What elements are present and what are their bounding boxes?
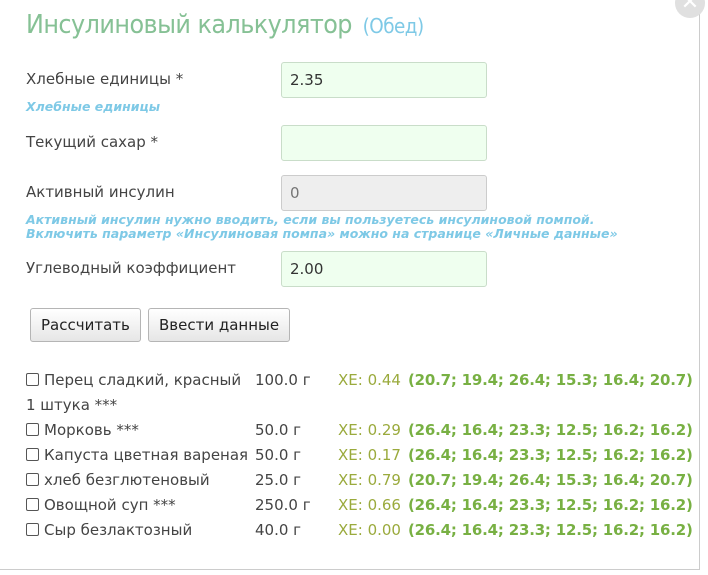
product-name: Капуста цветная вареная <box>44 446 249 464</box>
product-row: Капуста цветная вареная 50.0 г ХЕ: 0.17 … <box>26 443 696 468</box>
product-xe: ХЕ: 0.66 <box>338 496 401 514</box>
active-insulin-label: Активный инсулин <box>26 183 175 201</box>
product-values: (26.4; 16.4; 23.3; 12.5; 16.2; 16.2) <box>408 496 693 514</box>
bread-units-row: Хлебные единицы * <box>26 62 496 100</box>
active-insulin-row: Активный инсулин <box>26 175 496 213</box>
product-values: (26.4; 16.4; 23.3; 12.5; 16.2; 16.2) <box>408 421 693 439</box>
product-name: Сыр безлактозный <box>44 521 193 539</box>
title-text: Инсулиновый калькулятор <box>26 10 352 40</box>
product-name: хлеб безглютеновый <box>44 471 210 489</box>
product-name: Перец сладкий, красный 1 штука *** <box>26 371 242 414</box>
product-row: Сыр безлактозный 40.0 г ХЕ: 0.00 (26.4; … <box>26 518 696 543</box>
carb-ratio-label: Углеводный коэффициент <box>26 259 236 277</box>
product-weight: 25.0 г <box>255 471 302 489</box>
product-weight: 100.0 г <box>255 371 311 389</box>
product-values: (20.7; 19.4; 26.4; 15.3; 16.4; 20.7) <box>408 471 693 489</box>
product-xe: ХЕ: 0.79 <box>338 471 401 489</box>
product-checkbox[interactable] <box>26 473 39 486</box>
product-values: (20.7; 19.4; 26.4; 15.3; 16.4; 20.7) <box>408 371 693 389</box>
product-weight: 250.0 г <box>255 496 311 514</box>
product-weight: 50.0 г <box>255 446 302 464</box>
product-weight: 40.0 г <box>255 521 302 539</box>
active-insulin-input <box>281 175 487 211</box>
product-xe: ХЕ: 0.44 <box>338 371 401 389</box>
product-checkbox[interactable] <box>26 523 39 536</box>
carb-ratio-input[interactable] <box>281 251 487 287</box>
current-sugar-label: Текущий сахар * <box>26 133 159 151</box>
product-name: Морковь *** <box>44 421 139 439</box>
product-checkbox[interactable] <box>26 448 39 461</box>
product-row: Перец сладкий, красный 1 штука *** 100.0… <box>26 368 696 418</box>
current-sugar-row: Текущий сахар * <box>26 125 496 163</box>
product-weight: 50.0 г <box>255 421 302 439</box>
product-row: хлеб безглютеновый 25.0 г ХЕ: 0.79 (20.7… <box>26 468 696 493</box>
bread-units-hint: Хлебные единицы <box>26 99 161 114</box>
meal-label: (Обед) <box>362 14 424 38</box>
product-xe: ХЕ: 0.17 <box>338 446 401 464</box>
bread-units-label: Хлебные единицы * <box>26 70 184 88</box>
product-xe: ХЕ: 0.00 <box>338 521 401 539</box>
active-insulin-hint: Активный инсулин нужно вводить, если вы … <box>26 212 618 241</box>
carb-ratio-row: Углеводный коэффициент <box>26 251 496 289</box>
close-icon[interactable]: ✕ <box>675 0 705 18</box>
product-checkbox[interactable] <box>26 423 39 436</box>
product-checkbox[interactable] <box>26 498 39 511</box>
product-row: Овощной суп *** 250.0 г ХЕ: 0.66 (26.4; … <box>26 493 696 518</box>
product-values: (26.4; 16.4; 23.3; 12.5; 16.2; 16.2) <box>408 446 693 464</box>
product-xe: ХЕ: 0.29 <box>338 421 401 439</box>
bread-units-input[interactable] <box>281 62 487 98</box>
insulin-calculator-dialog: ✕ Инсулиновый калькулятор (Обед) Хлебные… <box>0 0 705 570</box>
enter-data-button[interactable]: Ввести данные <box>148 308 291 342</box>
product-checkbox[interactable] <box>26 373 39 386</box>
page-title: Инсулиновый калькулятор (Обед) <box>26 10 424 40</box>
calculate-button[interactable]: Рассчитать <box>30 308 141 342</box>
product-values: (26.4; 16.4; 23.3; 12.5; 16.2; 16.2) <box>408 521 693 539</box>
product-name: Овощной суп *** <box>44 496 176 514</box>
current-sugar-input[interactable] <box>281 125 487 161</box>
product-row: Морковь *** 50.0 г ХЕ: 0.29 (26.4; 16.4;… <box>26 418 696 443</box>
